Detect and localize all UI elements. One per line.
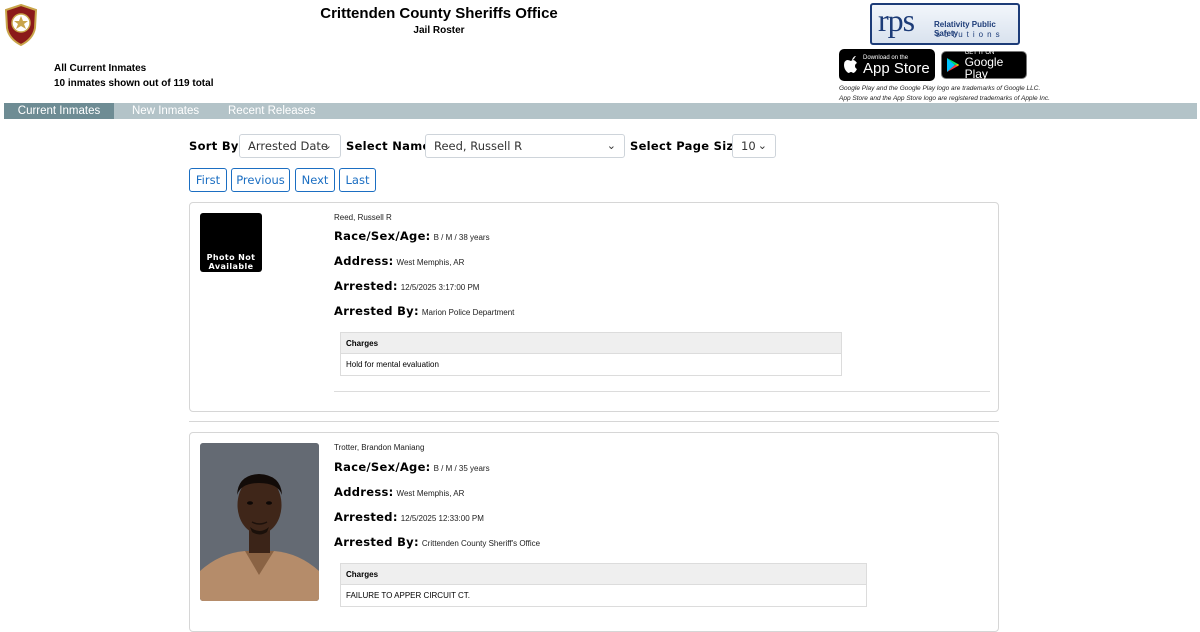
previous-page-button[interactable]: Previous [231,168,290,192]
race-sex-age-field: Race/Sex/Age: B / M / 35 years [334,458,490,476]
apple-trademark-note: App Store and the App Store logo are reg… [839,95,1050,102]
page-title: Crittenden County Sheriffs Office [320,5,558,22]
sort-by-value: Arrested Date [248,139,328,153]
google-play-big-text: Google Play [964,55,1004,81]
charge-row: Hold for mental evaluation [346,360,439,369]
last-page-button[interactable]: Last [339,168,376,192]
photo-not-available: Photo Not Available [200,213,262,272]
page-subtitle: Jail Roster [413,25,465,36]
race-sex-age-label: Race/Sex/Age: [334,460,431,474]
arrested-by-field: Arrested By: Marion Police Department [334,302,514,320]
charges-table: Charges FAILURE TO APPER CIRCUIT CT. [340,563,867,607]
arrested-by-value: Marion Police Department [421,308,515,317]
inmate-photo [200,443,319,601]
page-size-select[interactable]: 10 ⌄ [732,134,776,158]
select-name-value: Reed, Russell R [434,139,523,153]
arrested-by-value: Crittenden County Sheriff's Office [421,539,541,548]
photo-na-line2: Available [208,262,254,271]
tab-bar: Current Inmates New Inmates Recent Relea… [4,103,1197,119]
chevron-down-icon: ⌄ [606,139,616,152]
chevron-down-icon: ⌄ [757,139,767,152]
photo-na-line1: Photo Not [206,253,256,262]
arrested-value: 12/5/2025 3:17:00 PM [400,283,480,292]
app-store-badge[interactable]: Download on the App Store [839,49,935,81]
arrested-field: Arrested: 12/5/2025 12:33:00 PM [334,508,484,526]
apple-icon [839,56,863,74]
rps-logo-mark: rps [878,3,915,38]
race-sex-age-value: B / M / 38 years [433,233,490,242]
roster-heading: All Current Inmates [54,63,147,74]
arrested-value: 12/5/2025 12:33:00 PM [400,514,484,523]
race-sex-age-label: Race/Sex/Age: [334,229,431,243]
inmate-name: Trotter, Brandon Maniang [334,443,425,452]
race-sex-age-field: Race/Sex/Age: B / M / 38 years [334,227,490,245]
chevron-down-icon: ⌄ [322,139,332,152]
race-sex-age-value: B / M / 35 years [433,464,490,473]
arrested-label: Arrested: [334,279,398,293]
charges-header: Charges [341,564,866,585]
address-field: Address: West Memphis, AR [334,483,464,501]
inmate-card: Trotter, Brandon Maniang Race/Sex/Age: B … [189,432,999,632]
arrested-by-label: Arrested By: [334,535,419,549]
tab-current-inmates[interactable]: Current Inmates [4,103,114,119]
rps-logo-line2: solutions [936,30,1004,39]
arrested-field: Arrested: 12/5/2025 3:17:00 PM [334,277,479,295]
card-divider [334,391,990,392]
rps-logo[interactable]: rps Relativity Public Safety solutions [870,3,1020,45]
address-field: Address: West Memphis, AR [334,252,464,270]
google-play-icon [942,57,965,73]
address-value: West Memphis, AR [396,258,465,267]
sort-by-select[interactable]: Arrested Date ⌄ [239,134,341,158]
address-value: West Memphis, AR [396,489,465,498]
inmate-card: Photo Not Available Reed, Russell R Race… [189,202,999,412]
select-name-label: Select Name: [346,139,436,153]
select-name-select[interactable]: Reed, Russell R ⌄ [425,134,625,158]
next-page-button[interactable]: Next [295,168,335,192]
tab-new-inmates[interactable]: New Inmates [132,103,199,119]
charges-table: Charges Hold for mental evaluation [340,332,842,376]
address-label: Address: [334,485,394,499]
first-page-button[interactable]: First [189,168,227,192]
app-store-big-text: App Store [863,59,930,77]
charge-row: FAILURE TO APPER CIRCUIT CT. [346,591,471,600]
sort-by-label: Sort By: [189,139,244,153]
charges-header: Charges [341,333,841,354]
roster-count: 10 inmates shown out of 119 total [54,78,214,89]
arrested-by-label: Arrested By: [334,304,419,318]
tab-recent-releases[interactable]: Recent Releases [228,103,316,119]
arrested-by-field: Arrested By: Crittenden County Sheriff's … [334,533,540,551]
google-trademark-note: Google Play and the Google Play logo are… [839,85,1041,92]
google-play-badge[interactable]: GET IT ON Google Play [941,50,1027,81]
card-separator [189,421,999,422]
page-size-value: 10 [741,139,756,153]
arrested-label: Arrested: [334,510,398,524]
address-label: Address: [334,254,394,268]
inmate-name: Reed, Russell R [334,213,392,222]
page-size-label: Select Page Size: [630,139,747,153]
